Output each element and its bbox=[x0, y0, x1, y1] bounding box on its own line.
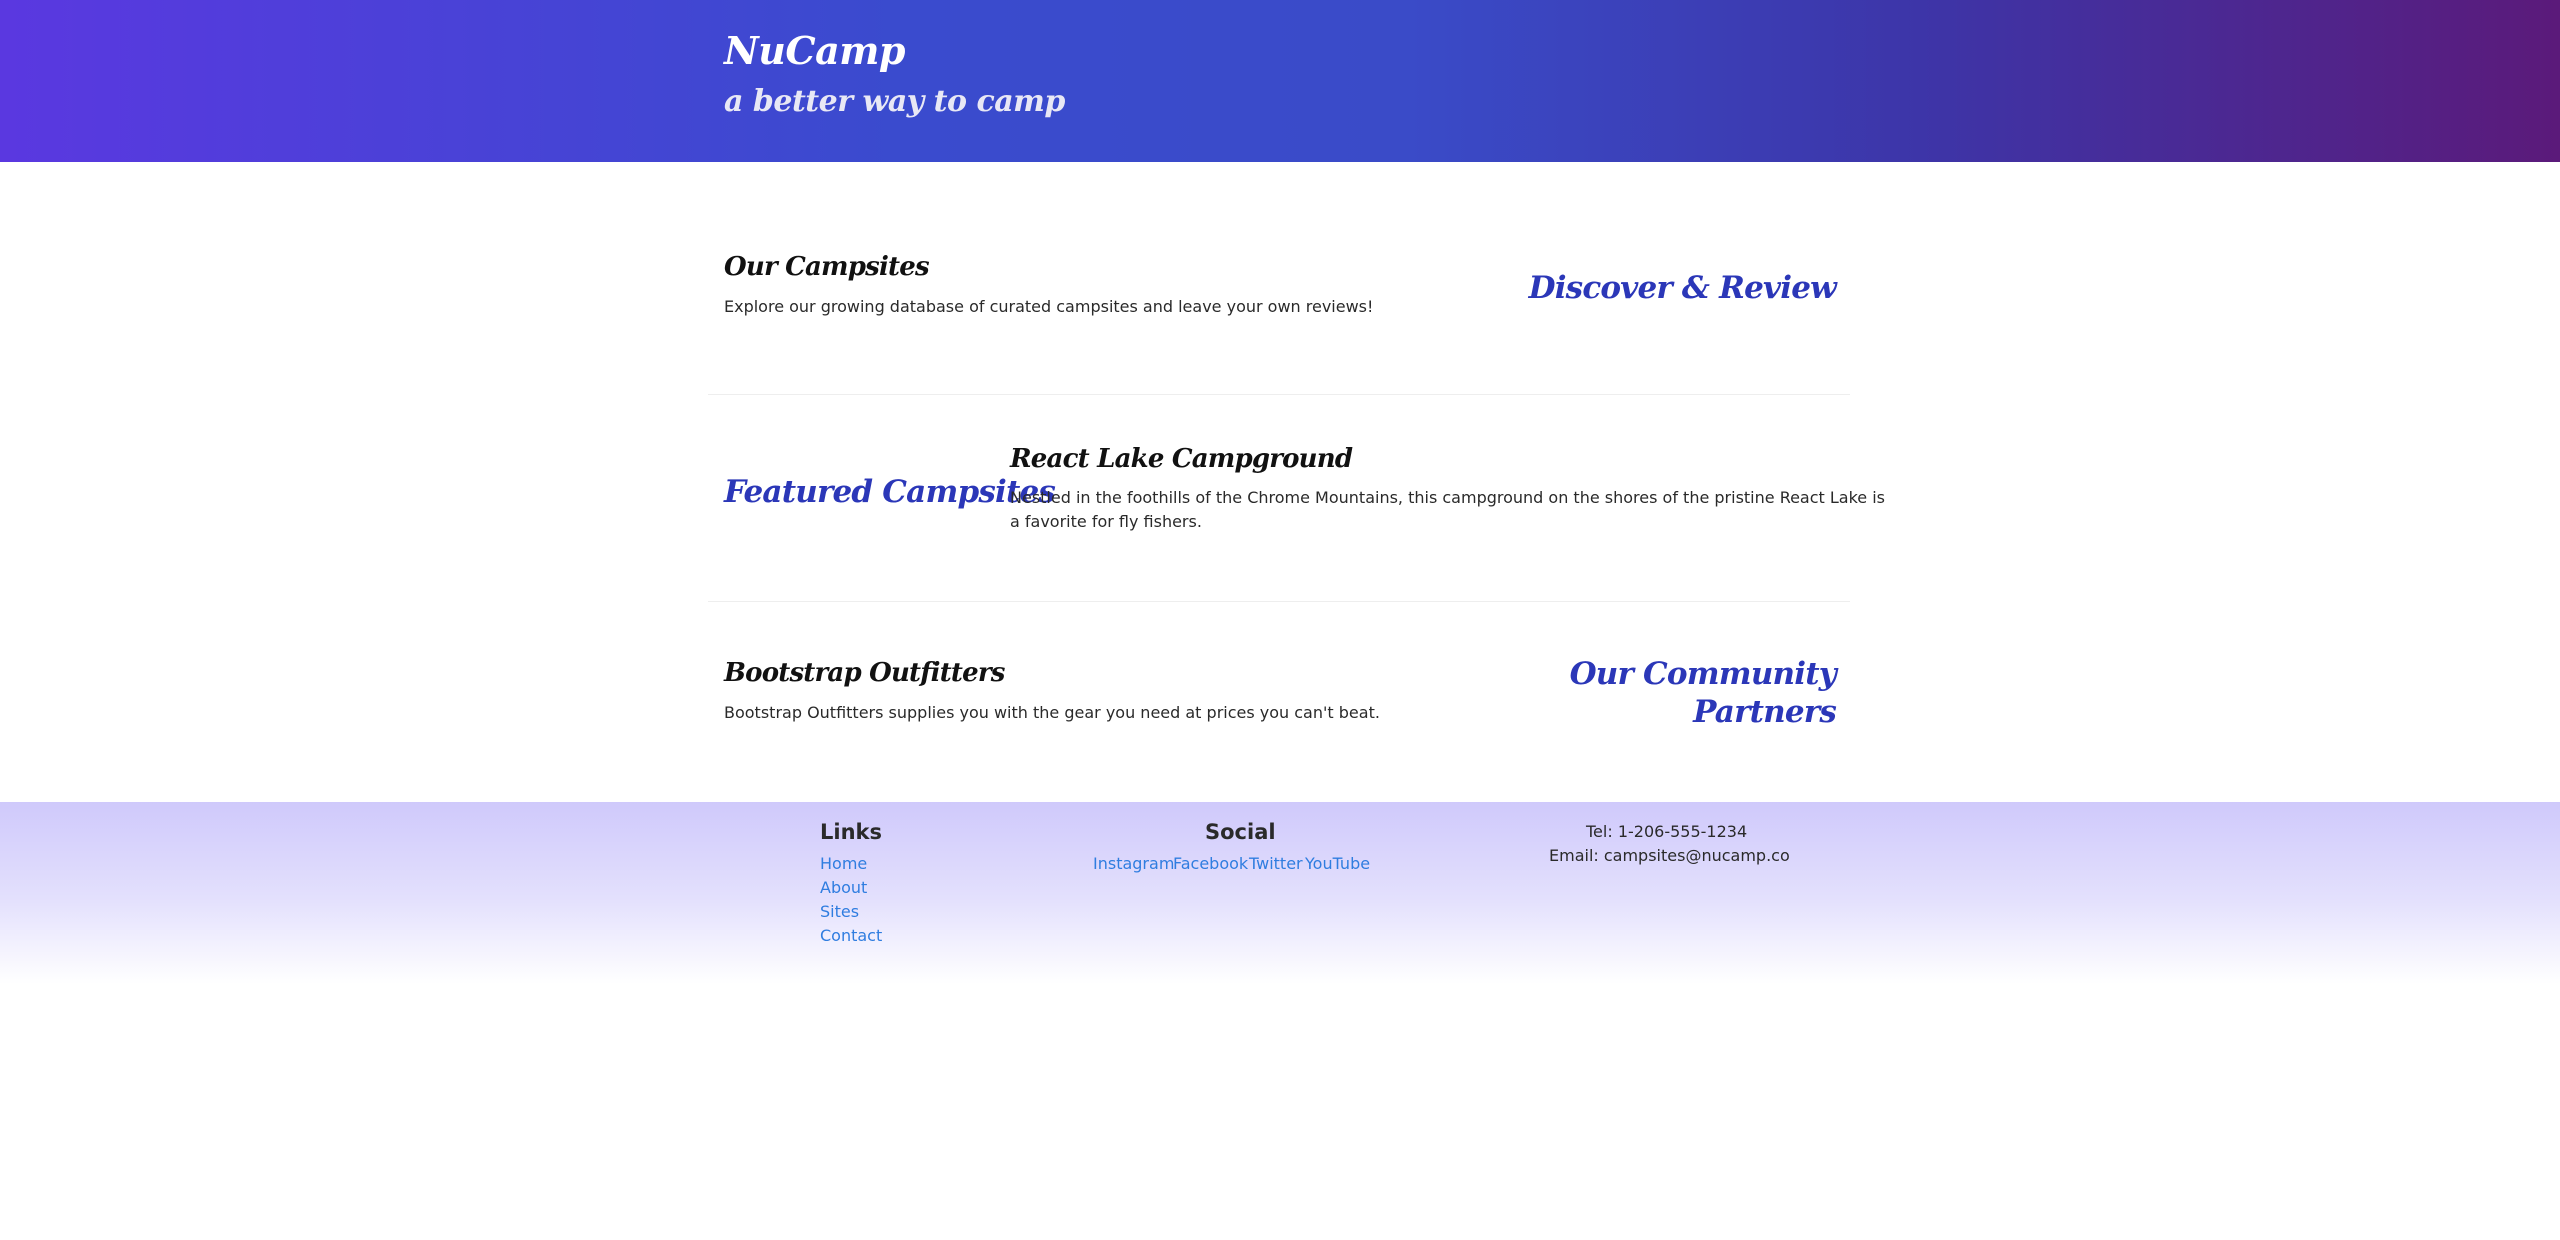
community-partners-heading-line2: Partners bbox=[1693, 694, 1837, 730]
community-partners-heading-line1: Our Community bbox=[1569, 656, 1837, 692]
featured-campsite-description-line1: Nestled in the foothills of the Chrome M… bbox=[1010, 488, 1886, 507]
campsites-title: Our Campsites bbox=[724, 252, 930, 282]
footer-link-twitter[interactable]: Twitter bbox=[1249, 854, 1303, 873]
partner-title: Bootstrap Outfitters bbox=[724, 658, 1005, 688]
partner-description: Bootstrap Outfitters supplies you with t… bbox=[724, 703, 1380, 722]
section-divider bbox=[708, 394, 1850, 395]
footer-telephone: Tel: 1-206-555-1234 bbox=[1586, 822, 1748, 841]
site-title: NuCamp bbox=[724, 28, 906, 73]
footer-link-facebook[interactable]: Facebook bbox=[1173, 854, 1248, 873]
footer-link-sites[interactable]: Sites bbox=[820, 902, 859, 921]
footer-links-heading: Links bbox=[820, 820, 882, 844]
footer-link-contact[interactable]: Contact bbox=[820, 926, 882, 945]
site-header: NuCamp a better way to camp bbox=[0, 0, 2560, 162]
campsites-description: Explore our growing database of curated … bbox=[724, 297, 1374, 316]
featured-campsite-description-line2: a favorite for fly fishers. bbox=[1010, 512, 1202, 531]
footer-link-home[interactable]: Home bbox=[820, 854, 867, 873]
footer-link-instagram[interactable]: Instagram bbox=[1093, 854, 1174, 873]
featured-campsite-title: React Lake Campground bbox=[1010, 444, 1353, 474]
footer-link-youtube[interactable]: YouTube bbox=[1305, 854, 1370, 873]
site-tagline: a better way to camp bbox=[724, 84, 1065, 119]
site-footer: Links Home About Sites Contact Social In… bbox=[0, 802, 2560, 984]
featured-campsites-heading: Featured Campsites bbox=[724, 474, 1056, 510]
footer-email: Email: campsites@nucamp.co bbox=[1549, 846, 1790, 865]
footer-social-heading: Social bbox=[1205, 820, 1276, 844]
section-divider bbox=[708, 601, 1850, 602]
footer-link-about[interactable]: About bbox=[820, 878, 867, 897]
discover-review-heading: Discover & Review bbox=[1528, 270, 1837, 306]
